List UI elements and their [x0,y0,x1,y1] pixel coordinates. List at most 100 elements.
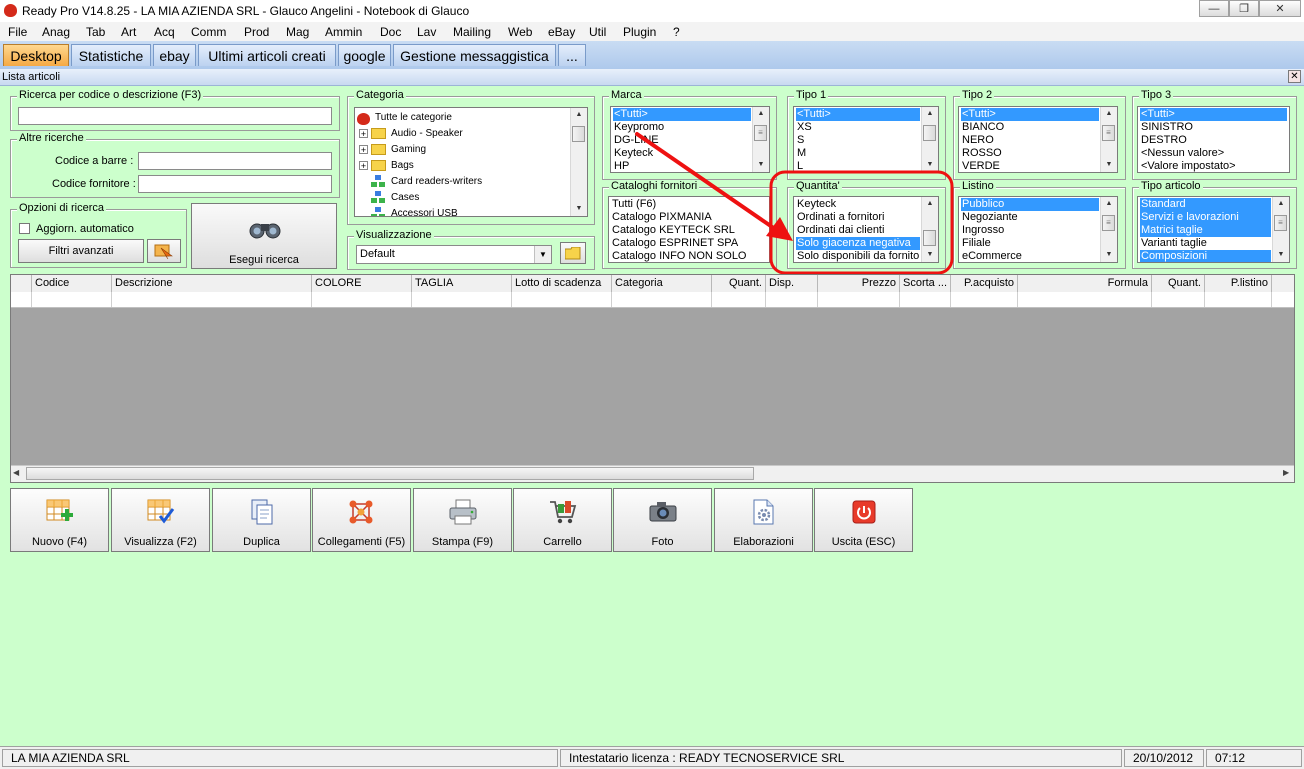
listino-scrollbar[interactable]: ▲ ≡ ▼ [1100,197,1117,262]
maximize-button[interactable]: ❐ [1229,0,1259,17]
menu-mag[interactable]: Mag [286,25,309,39]
menu-help[interactable]: ? [673,25,680,39]
scroll-up-icon[interactable]: ▲ [1101,197,1117,211]
scroll-thumb[interactable]: ≡ [1102,125,1115,141]
tipo3-item[interactable]: SINISTRO [1140,121,1287,134]
column-header-plistino[interactable]: P.listino [1205,275,1272,292]
exit-button[interactable]: Uscita (ESC) [814,488,913,552]
subwindow-close-icon[interactable]: ✕ [1288,70,1301,83]
tipo-articolo-item[interactable]: Standard [1140,198,1271,211]
open-folder-button[interactable] [560,242,586,264]
menu-ammin[interactable]: Ammin [325,25,362,39]
scroll-down-icon[interactable]: ▼ [922,158,938,172]
chevron-down-icon[interactable]: ▼ [534,246,551,263]
menu-prod[interactable]: Prod [244,25,269,39]
table-cell[interactable] [11,292,32,307]
marca-item[interactable]: DG-LINE [613,134,751,147]
quantita-item[interactable]: Ordinati dai clienti [796,224,920,237]
scroll-down-icon[interactable]: ▼ [922,248,938,262]
menu-acq[interactable]: Acq [154,25,175,39]
tipo2-item[interactable]: NERO [961,134,1099,147]
table-cell[interactable] [1205,292,1272,307]
tab-desktop[interactable]: Desktop [3,44,69,66]
tab-ebay[interactable]: ebay [153,44,196,66]
barcode-input[interactable] [138,152,332,170]
expand-icon[interactable]: + [359,128,368,138]
column-header-scorta[interactable]: Scorta ... [900,275,951,292]
tipo3-item[interactable]: <Nessun valore> [1140,147,1287,160]
new-button[interactable]: Nuovo (F4) [10,488,109,552]
scroll-up-icon[interactable]: ▲ [922,107,938,121]
menu-mailing[interactable]: Mailing [453,25,491,39]
table-cell[interactable] [900,292,951,307]
scroll-thumb[interactable]: ≡ [1102,215,1115,231]
column-header-codice[interactable]: Codice [32,275,112,292]
scroll-thumb[interactable]: ≡ [754,125,767,141]
table-cell[interactable] [32,292,112,307]
quantita-item-selected[interactable]: Solo giacenza negativa [796,237,920,250]
scroll-up-icon[interactable]: ▲ [1101,107,1117,121]
table-cell[interactable] [512,292,612,307]
cataloghi-item[interactable]: Catalogo ESPRINET SPA [611,237,767,250]
scroll-up-icon[interactable]: ▲ [1273,197,1289,211]
tipo3-item[interactable]: DESTRO [1140,134,1287,147]
tipo1-listbox[interactable]: <Tutti> XS S M L ▲ ▼ [793,106,939,173]
column-header-prezzo[interactable]: Prezzo [818,275,900,292]
menu-doc[interactable]: Doc [380,25,401,39]
listino-item[interactable]: eCommerce [961,250,1099,262]
marca-item[interactable]: HP [613,160,751,172]
table-row[interactable] [11,292,1294,308]
scroll-thumb[interactable] [26,467,754,480]
tipo2-item[interactable]: VERDE [961,160,1099,172]
tipo1-scrollbar[interactable]: ▲ ▼ [921,107,938,172]
scroll-down-icon[interactable]: ▼ [1101,248,1117,262]
column-header-lotto[interactable]: Lotto di scadenza [512,275,612,292]
expand-icon[interactable]: + [359,144,368,154]
marca-item[interactable]: <Tutti> [613,108,751,121]
run-search-button[interactable]: Esegui ricerca [191,203,337,269]
links-button[interactable]: Collegamenti (F5) [312,488,411,552]
quantita-item[interactable]: Solo disponibili da fornitore [796,250,920,262]
advanced-filters-button[interactable]: Filtri avanzati [18,239,144,263]
marca-scrollbar[interactable]: ▲ ≡ ▼ [752,107,769,172]
supplier-code-input[interactable] [138,175,332,193]
table-cell[interactable] [612,292,712,307]
tipo3-item[interactable]: <Tutti> [1140,108,1287,121]
scroll-thumb[interactable] [923,125,936,141]
quantita-item[interactable]: Keyteck [796,198,920,211]
menu-ebay[interactable]: eBay [548,25,575,39]
tab-statistiche[interactable]: Statistiche [71,44,151,66]
category-scrollbar[interactable]: ▲ ▼ [570,108,587,216]
code-search-input[interactable] [18,107,332,125]
tree-item-audio[interactable]: + Audio - Speaker [359,126,463,142]
scroll-up-icon[interactable]: ▲ [753,107,769,121]
column-header-disp[interactable]: Disp. [766,275,818,292]
tipo-articolo-item[interactable]: Servizi e lavorazioni [1140,211,1271,224]
scroll-down-icon[interactable]: ▼ [1101,158,1117,172]
tab-google[interactable]: google [338,44,391,66]
close-button[interactable]: ✕ [1259,0,1301,17]
view-select[interactable]: Default ▼ [356,245,552,264]
menu-lav[interactable]: Lav [417,25,436,39]
tipo-articolo-item[interactable]: Matrici taglie [1140,224,1271,237]
tree-item-all[interactable]: Tutte le categorie [357,110,452,126]
tree-item-gaming[interactable]: + Gaming [359,142,426,158]
tipo-articolo-item[interactable]: Composizioni [1140,250,1271,262]
articles-table[interactable]: Codice Descrizione COLORE TAGLIA Lotto d… [10,274,1295,483]
scroll-left-icon[interactable]: ◀ [13,468,19,477]
minimize-button[interactable]: — [1199,0,1229,17]
scroll-thumb[interactable] [572,126,585,142]
scroll-down-icon[interactable]: ▼ [1273,248,1289,262]
table-cell[interactable] [1152,292,1205,307]
marca-listbox[interactable]: <Tutti> Keypromo DG-LINE Keyteck HP ▲ ≡ ▼ [610,106,770,173]
tipo3-listbox[interactable]: <Tutti> SINISTRO DESTRO <Nessun valore> … [1137,106,1290,173]
duplicate-button[interactable]: Duplica [212,488,311,552]
table-cell[interactable] [1018,292,1152,307]
tipo2-item[interactable]: ROSSO [961,147,1099,160]
tipo1-item[interactable]: S [796,134,920,147]
cataloghi-item[interactable]: Tutti (F6) [611,198,767,211]
quantita-item[interactable]: Ordinati a fornitori [796,211,920,224]
column-header-colore[interactable]: COLORE [312,275,412,292]
listino-item[interactable]: Ingrosso [961,224,1099,237]
tab-more[interactable]: ... [558,44,586,66]
